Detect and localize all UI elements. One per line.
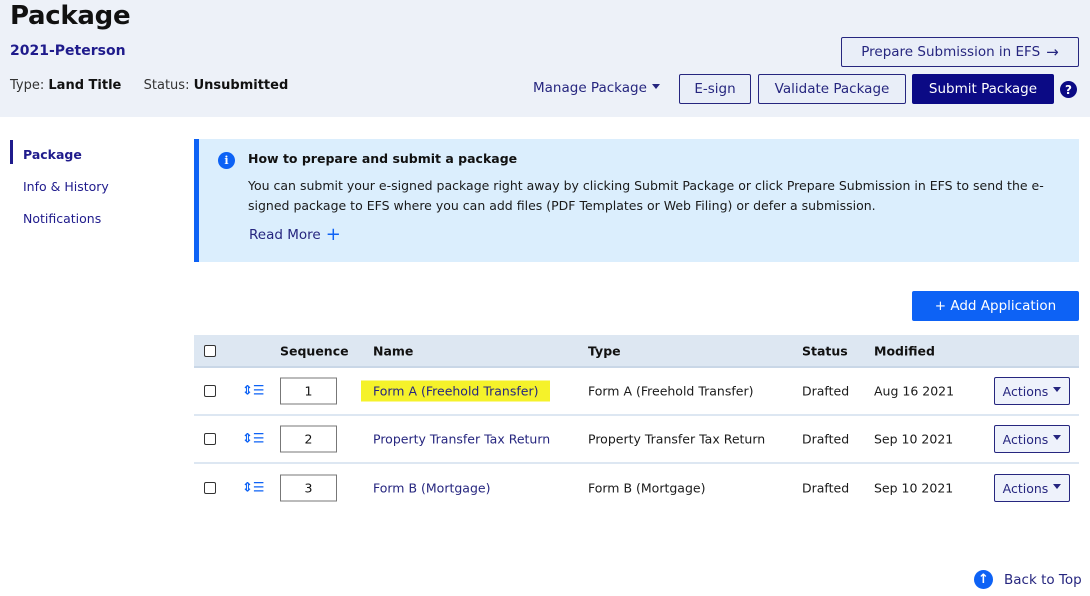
status-label: Status: [143, 78, 190, 93]
package-meta: Type: Land Title Status: Unsubmitted [10, 78, 288, 93]
row-checkbox[interactable] [204, 385, 216, 397]
info-icon: i [218, 152, 235, 169]
sidebar-nav: Package Info & History Notifications [10, 140, 109, 236]
table-row: ⇕☰ Property Transfer Tax Return Property… [194, 416, 1079, 464]
esign-button[interactable]: E-sign [679, 74, 751, 104]
status-value: Unsubmitted [193, 78, 289, 93]
back-to-top-link[interactable]: ↑ Back to Top [974, 570, 1082, 589]
actions-label: Actions [1002, 480, 1049, 496]
application-type: Property Transfer Tax Return [588, 431, 766, 447]
prepare-submission-efs-button[interactable]: Prepare Submission in EFS → [841, 37, 1079, 67]
manage-package-dropdown[interactable]: Manage Package [533, 80, 660, 96]
arrow-right-icon: → [1046, 43, 1059, 61]
package-name: 2021-Peterson [10, 43, 126, 59]
column-header-status: Status [802, 343, 848, 358]
read-more-label: Read More [249, 227, 321, 243]
caret-down-icon [1053, 434, 1062, 440]
application-modified: Sep 10 2021 [874, 431, 954, 447]
read-more-link[interactable]: Read More + [249, 224, 341, 245]
sidebar-item-package[interactable]: Package [10, 140, 109, 164]
sequence-input[interactable] [280, 377, 337, 405]
actions-label: Actions [1002, 383, 1049, 399]
application-status: Drafted [802, 431, 850, 447]
back-to-top-label: Back to Top [1004, 571, 1082, 588]
manage-package-label: Manage Package [533, 80, 647, 96]
application-name-link[interactable]: Form A (Freehold Transfer) [361, 380, 551, 402]
prepare-submission-efs-label: Prepare Submission in EFS [861, 44, 1041, 60]
application-name-link[interactable]: Property Transfer Tax Return [373, 432, 550, 447]
table-row: ⇕☰ Form A (Freehold Transfer) Form A (Fr… [194, 368, 1079, 416]
type-value: Land Title [48, 78, 122, 93]
column-header-name: Name [373, 343, 414, 358]
select-all-checkbox[interactable] [204, 344, 216, 357]
actions-dropdown[interactable]: Actions [994, 377, 1070, 405]
validate-package-button[interactable]: Validate Package [758, 74, 906, 104]
submit-package-button[interactable]: Submit Package [912, 74, 1054, 104]
application-type: Form A (Freehold Transfer) [588, 383, 754, 399]
sequence-input[interactable] [280, 474, 337, 502]
info-panel-body: You can submit your e-signed package rig… [248, 178, 1044, 213]
sidebar-item-notifications[interactable]: Notifications [10, 204, 109, 236]
info-panel-title: How to prepare and submit a package [248, 151, 518, 166]
sidebar-item-info-history[interactable]: Info & History [10, 172, 109, 204]
actions-dropdown[interactable]: Actions [994, 474, 1070, 502]
caret-down-icon [651, 83, 660, 89]
type-label: Type: [10, 78, 45, 93]
info-panel: i How to prepare and submit a package Yo… [194, 139, 1079, 262]
applications-table: Sequence Name Type Status Modified ⇕☰ Fo… [194, 335, 1079, 512]
column-header-modified: Modified [874, 343, 935, 358]
application-status: Drafted [802, 383, 850, 399]
column-header-sequence: Sequence [280, 343, 349, 358]
arrow-up-circle-icon: ↑ [974, 570, 993, 589]
application-modified: Sep 10 2021 [874, 480, 954, 496]
reorder-handle-icon[interactable]: ⇕☰ [242, 432, 265, 447]
reorder-handle-icon[interactable]: ⇕☰ [242, 384, 265, 399]
row-checkbox[interactable] [204, 433, 216, 445]
add-application-button[interactable]: + Add Application [912, 291, 1079, 321]
page-header: Package 2021-Peterson Type: Land Title S… [0, 0, 1090, 117]
actions-label: Actions [1002, 431, 1049, 447]
actions-dropdown[interactable]: Actions [994, 425, 1070, 453]
application-type: Form B (Mortgage) [588, 480, 706, 496]
plus-icon: + [325, 224, 341, 245]
column-header-type: Type [588, 343, 621, 358]
row-checkbox[interactable] [204, 482, 216, 494]
caret-down-icon [1053, 386, 1062, 392]
reorder-handle-icon[interactable]: ⇕☰ [242, 481, 265, 496]
application-modified: Aug 16 2021 [874, 383, 955, 399]
application-name-link[interactable]: Form B (Mortgage) [373, 481, 490, 496]
table-row: ⇕☰ Form B (Mortgage) Form B (Mortgage) D… [194, 464, 1079, 512]
table-header: Sequence Name Type Status Modified [194, 335, 1079, 368]
application-status: Drafted [802, 480, 850, 496]
help-icon[interactable]: ? [1060, 81, 1077, 98]
sequence-input[interactable] [280, 425, 337, 453]
caret-down-icon [1053, 483, 1062, 489]
page-title: Package [10, 1, 131, 31]
